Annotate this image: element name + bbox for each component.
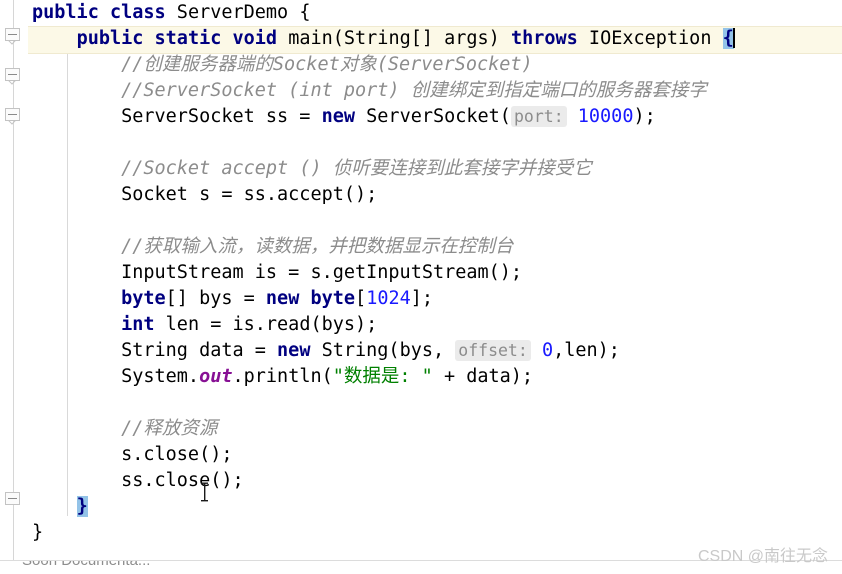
code-line[interactable]: public class ServerDemo { xyxy=(32,0,310,26)
code-token-plain: ,len); xyxy=(553,340,620,361)
code-token-kw: class xyxy=(109,2,166,23)
code-token-plain: .println( xyxy=(232,366,333,387)
code-token-plain: String(bys, xyxy=(310,340,456,361)
fold-marker-collapse-3[interactable] xyxy=(5,106,22,123)
code-token-kw: byte xyxy=(310,288,356,309)
code-line[interactable]: String data = new String(bys, offset: 0,… xyxy=(32,338,620,364)
code-token-fld: out xyxy=(199,366,233,387)
code-token-cmt: //释放资源 xyxy=(121,418,218,439)
code-token-kw: void xyxy=(232,28,278,49)
code-line[interactable]: byte[] bys = new byte[1024]; xyxy=(32,286,433,312)
code-token-kw: static xyxy=(154,28,222,49)
code-line[interactable]: //创建服务器端的Socket对象(ServerSocket) xyxy=(32,52,533,78)
code-token-str: "数据是: " xyxy=(332,366,433,387)
code-token-plain: ]; xyxy=(410,288,434,309)
fold-tail xyxy=(8,40,17,47)
code-token-plain: } xyxy=(32,522,44,543)
code-token-plain: ServerSocket ss = xyxy=(32,106,322,127)
code-token-plain: [] bys = xyxy=(165,288,266,309)
code-token-plain: System. xyxy=(32,366,200,387)
code-token-num: 1024 xyxy=(366,288,411,309)
fold-minus-glyph xyxy=(8,74,17,75)
code-line[interactable]: System.out.println("数据是: " + data); xyxy=(32,364,533,390)
fold-tail xyxy=(8,120,17,127)
code-token-hint: offset: xyxy=(455,340,531,361)
code-token-cmt: //获取输入流，读数据，并把数据显示在控制台 xyxy=(121,236,514,257)
csdn-watermark: CSDN @南往无念 xyxy=(697,548,828,565)
code-token-kw: new xyxy=(277,340,311,361)
code-line[interactable]: InputStream is = s.getInputStream(); xyxy=(32,260,522,286)
code-line[interactable]: public static void main(String[] args) t… xyxy=(32,26,735,52)
code-token-kw: int xyxy=(121,314,155,335)
fold-minus-glyph xyxy=(8,34,17,35)
fold-minus-glyph xyxy=(8,498,17,499)
text-caret xyxy=(732,28,735,48)
code-line[interactable]: } xyxy=(32,520,43,546)
code-token-kw: public xyxy=(32,2,99,23)
code-token-plain: IOException xyxy=(577,28,723,49)
editor-gutter[interactable] xyxy=(0,0,28,560)
code-token-plain: len = is.read(bys); xyxy=(154,314,378,335)
fold-tail xyxy=(8,80,17,87)
code-token-cmt: //ServerSocket (int port) 创建绑定到指定端口的服务器套… xyxy=(121,80,707,101)
code-line[interactable]: ServerSocket ss = new ServerSocket(port:… xyxy=(32,104,656,130)
fold-marker-collapse-1[interactable] xyxy=(5,26,22,43)
code-token-kw: new xyxy=(265,288,300,309)
mouse-ibeam-cursor xyxy=(200,482,209,502)
code-token-num: 10000 xyxy=(577,106,634,127)
fold-marker-collapse-2[interactable] xyxy=(5,66,22,83)
code-token-cmt: //创建服务器端的Socket对象(ServerSocket) xyxy=(121,54,533,75)
code-token-plain: [ xyxy=(355,288,367,309)
code-token-plain: + data); xyxy=(432,366,534,387)
fold-marker-collapse-4[interactable] xyxy=(5,490,22,507)
code-token-plain: main(String[] args) xyxy=(277,28,511,49)
fold-minus-glyph xyxy=(8,114,17,115)
code-token-brace-match: } xyxy=(76,496,88,517)
code-token-plain: InputStream is = s.getInputStream(); xyxy=(32,262,523,283)
code-token-hint: port: xyxy=(510,106,567,127)
code-token-plain: ServerSocket( xyxy=(355,106,511,127)
code-line[interactable]: //释放资源 xyxy=(32,416,217,442)
code-line[interactable]: ss.close(); xyxy=(32,468,244,494)
code-line[interactable]: int len = is.read(bys); xyxy=(32,312,377,338)
code-token-num: 0 xyxy=(541,340,554,361)
code-token-plain: ); xyxy=(633,106,656,127)
code-token-plain: Socket s = ss.accept(); xyxy=(32,184,378,205)
code-line[interactable]: Socket s = ss.accept(); xyxy=(32,182,377,208)
bottom-panel-cut-text: Soon Documenta... xyxy=(22,561,150,569)
code-token-plain: ss.close(); xyxy=(32,470,244,491)
code-token-plain: ServerDemo { xyxy=(165,2,311,23)
code-token-plain: s.close(); xyxy=(32,444,233,465)
code-token-kw: byte xyxy=(121,288,166,309)
code-token-kw: public xyxy=(76,28,144,49)
code-line[interactable]: //ServerSocket (int port) 创建绑定到指定端口的服务器套… xyxy=(32,78,707,104)
code-line[interactable]: s.close(); xyxy=(32,442,232,468)
code-editor[interactable]: public class ServerDemo { public static … xyxy=(0,0,842,574)
code-token-kw: throws xyxy=(510,28,578,49)
code-content[interactable]: public class ServerDemo { public static … xyxy=(28,0,842,560)
code-line[interactable]: //Socket accept () 侦听要连接到此套接字并接受它 xyxy=(32,156,592,182)
code-token-plain: String data = xyxy=(32,340,278,361)
code-token-kw: new xyxy=(321,106,356,127)
code-token-cmt: //Socket accept () 侦听要连接到此套接字并接受它 xyxy=(121,158,592,179)
code-line[interactable]: } xyxy=(32,494,88,520)
code-line[interactable]: //获取输入流，读数据，并把数据显示在控制台 xyxy=(32,234,513,260)
